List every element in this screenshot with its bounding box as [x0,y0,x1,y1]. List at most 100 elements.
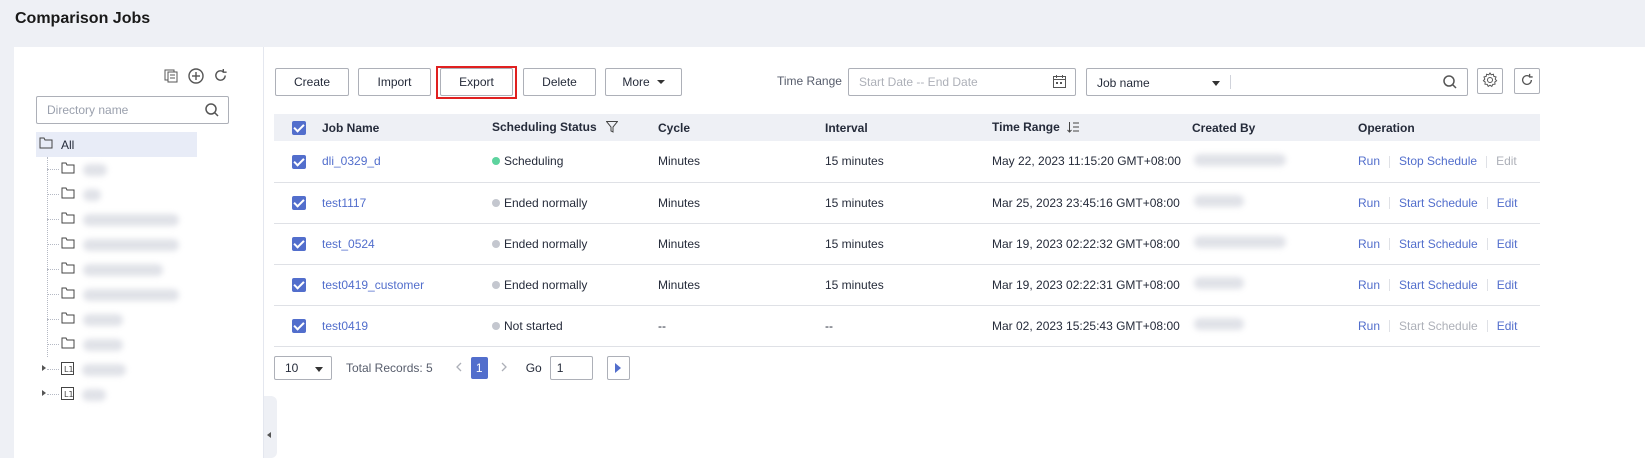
import-button[interactable]: Import [358,68,431,96]
stop-schedule-link[interactable]: Stop Schedule [1399,154,1477,168]
redacted-user [1194,318,1244,330]
edit-link[interactable]: Edit [1497,196,1518,210]
row-checkbox[interactable] [292,277,306,292]
directory-search-input[interactable] [37,97,197,123]
select-all-checkbox[interactable] [292,120,306,135]
tree-item[interactable] [36,232,246,257]
redacted-label [83,238,179,251]
select-all-cell[interactable] [274,114,322,141]
tree-item[interactable] [36,332,246,357]
expand-icon[interactable] [42,390,46,396]
prev-page-icon[interactable] [455,361,463,375]
tree-item[interactable] [36,207,246,232]
folder-icon [61,312,75,327]
tree-item[interactable]: L1 [36,357,246,382]
cycle-cell: Minutes [658,141,825,183]
tree-item[interactable] [36,282,246,307]
row-checkbox[interactable] [292,318,306,333]
start-schedule-link[interactable]: Start Schedule [1399,196,1478,210]
tree-item[interactable] [36,182,246,207]
tree-item-all[interactable]: All [36,132,197,157]
table-row: dli_0329_d Scheduling Minutes 15 minutes… [274,141,1540,183]
row-select-cell[interactable] [274,305,322,347]
date-range-picker[interactable]: Start Date -- End Date [848,68,1076,96]
table-row: test_0524 Ended normally Minutes 15 minu… [274,223,1540,265]
search-icon[interactable] [204,102,220,121]
job-name-link[interactable]: dli_0329_d [322,141,492,183]
refresh-button[interactable] [1514,68,1540,94]
sort-icon[interactable] [1067,121,1080,136]
job-name-link[interactable]: test_0524 [322,223,492,265]
run-link[interactable]: Run [1358,237,1380,251]
row-checkbox[interactable] [292,154,306,169]
edit-link[interactable]: Edit [1497,278,1518,292]
search-field-select[interactable]: Job name [1097,76,1150,90]
folder-icon [61,212,75,227]
expand-icon[interactable] [42,365,46,371]
interval-cell: -- [825,305,992,347]
chevron-down-icon[interactable] [1212,81,1220,86]
folder-icon [61,187,75,202]
status-cell: Ended normally [492,264,658,306]
row-select-cell[interactable] [274,141,322,183]
row-select-cell[interactable] [274,264,322,306]
edit-link[interactable]: Edit [1497,237,1518,251]
interval-cell: 15 minutes [825,141,992,183]
run-link[interactable]: Run [1358,196,1380,210]
run-link[interactable]: Run [1358,319,1380,333]
row-select-cell[interactable] [274,182,322,224]
create-button[interactable]: Create [275,68,349,96]
export-button[interactable]: Export [440,68,513,96]
header-interval: Interval [825,114,992,141]
tree-item[interactable]: L1 [36,382,246,407]
current-page-button[interactable]: 1 [470,357,488,379]
delete-button[interactable]: Delete [523,68,596,96]
start-schedule-link[interactable]: Start Schedule [1399,237,1478,251]
operation-cell: Run Start Schedule Edit [1358,305,1540,347]
batch-icon[interactable] [162,67,179,84]
divider [1230,75,1231,89]
redacted-label [82,388,106,401]
status-dot [492,280,500,289]
edit-link[interactable]: Edit [1497,319,1518,333]
tree-item[interactable] [36,157,246,182]
operation-cell: Run Start Schedule Edit [1358,264,1540,306]
job-name-link[interactable]: test1117 [322,182,492,224]
more-button[interactable]: More [605,68,682,96]
table-row: test0419_customer Ended normally Minutes… [274,264,1540,306]
job-name-link[interactable]: test0419 [322,305,492,347]
redacted-user [1194,153,1286,166]
database-icon: L1 [61,386,74,403]
status-cell: Ended normally [492,223,658,265]
status-text: Ended normally [504,195,588,210]
cycle-cell: Minutes [658,223,825,265]
svg-text:L1: L1 [64,390,74,399]
refresh-directory-icon[interactable] [212,67,229,84]
sidebar-collapse-handle[interactable] [264,396,277,458]
tree-item[interactable] [36,307,246,332]
search-icon[interactable] [1442,74,1458,93]
row-checkbox[interactable] [292,236,306,251]
filter-icon[interactable] [605,120,619,136]
run-link[interactable]: Run [1358,278,1380,292]
sidebar-tools [162,67,229,84]
calendar-icon[interactable] [1052,74,1067,92]
row-select-cell[interactable] [274,223,322,265]
start-schedule-link-disabled: Start Schedule [1399,318,1478,333]
go-button[interactable] [606,356,630,380]
next-page-icon[interactable] [500,361,508,375]
row-checkbox[interactable] [292,195,306,210]
settings-button[interactable] [1477,68,1503,94]
job-name-link[interactable]: test0419_customer [322,264,492,306]
directory-search[interactable] [36,96,229,124]
job-search[interactable]: Job name [1086,68,1468,96]
status-dot [492,198,500,207]
run-link[interactable]: Run [1358,154,1380,168]
start-schedule-link[interactable]: Start Schedule [1399,278,1478,292]
add-directory-icon[interactable] [187,67,204,84]
header-scheduling-status[interactable]: Scheduling Status [492,114,658,141]
go-page-input[interactable]: 1 [549,356,593,380]
header-time-range[interactable]: Time Range [992,114,1192,141]
page-size-select[interactable]: 10 [274,356,332,380]
tree-item[interactable] [36,257,246,282]
